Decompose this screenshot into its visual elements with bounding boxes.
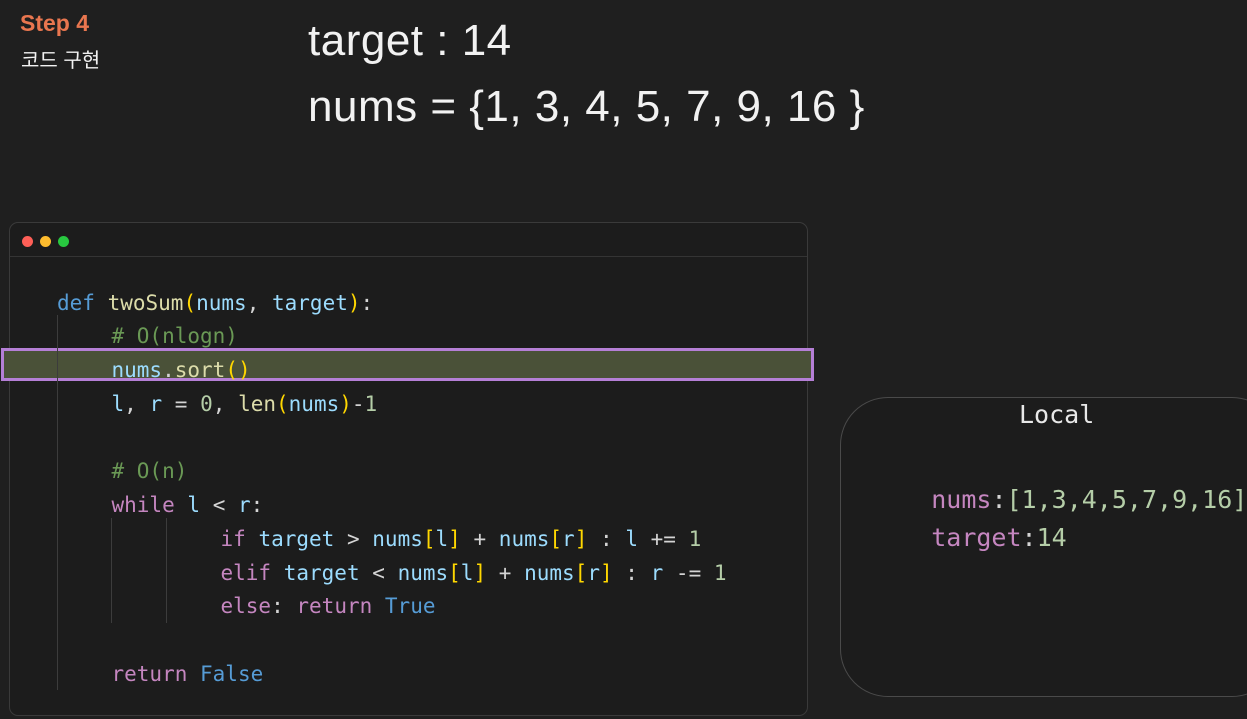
minimize-window-icon[interactable]: [40, 236, 51, 247]
code-line: else: return True: [220, 594, 436, 618]
local-panel-title: Local: [1019, 400, 1095, 429]
maximize-window-icon[interactable]: [58, 236, 69, 247]
local-var-name: target: [931, 523, 1022, 552]
step-label: Step 4: [20, 10, 90, 36]
code-line: # O(n): [111, 459, 188, 483]
code-line: elif target < nums[l] + nums[r] : r -= 1: [220, 561, 727, 585]
code-line: # O(nlogn): [111, 324, 238, 348]
code-line: nums.sort(): [111, 358, 251, 382]
target-heading: target : 14: [308, 16, 512, 65]
code-line: l, r = 0, len(nums)-1: [111, 392, 378, 416]
nums-heading: nums = {1, 3, 4, 5, 7, 9, 16 }: [308, 82, 865, 131]
indent-guide: [57, 315, 58, 690]
indent-guide: [111, 518, 112, 623]
indent-guide: [166, 518, 167, 623]
local-var-row: target:14: [931, 523, 1067, 552]
code-line: def twoSum(nums, target):: [57, 291, 374, 315]
close-window-icon[interactable]: [22, 236, 33, 247]
step-subtitle: 코드 구현: [21, 50, 101, 72]
window-titlebar: [10, 223, 807, 257]
code-line: return False: [111, 662, 264, 686]
code-line: if target > nums[l] + nums[r] : l += 1: [220, 527, 702, 551]
code-line: while l < r:: [111, 493, 264, 517]
local-variables-panel: Local nums:[1,3,4,5,7,9,16] target:14: [840, 397, 1247, 697]
local-var-value: 14: [1036, 523, 1067, 552]
